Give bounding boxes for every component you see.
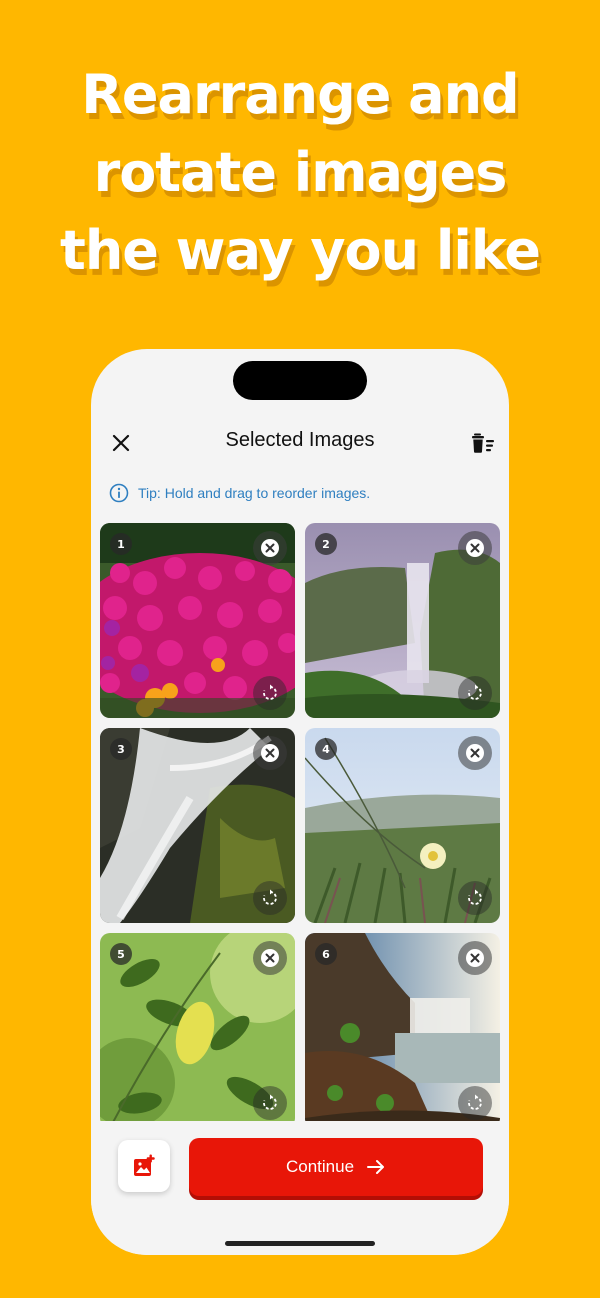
nav-bar: Selected Images: [91, 421, 509, 465]
tip-text: Tip: Hold and drag to reorder images.: [138, 485, 371, 501]
delete-all-button[interactable]: [469, 429, 497, 457]
image-order-badge: 5: [110, 943, 132, 965]
image-order-badge: 4: [315, 738, 337, 760]
remove-image-button[interactable]: [253, 531, 287, 565]
rotate-image-button[interactable]: [253, 881, 287, 915]
rotate-image-button[interactable]: [458, 1086, 492, 1120]
rotate-image-button[interactable]: [458, 881, 492, 915]
remove-image-button[interactable]: [253, 736, 287, 770]
rotate-icon: [263, 1094, 277, 1110]
image-grid: 1 2 3 4 5 6: [100, 523, 500, 1121]
remove-image-button[interactable]: [253, 941, 287, 975]
remove-image-button[interactable]: [458, 531, 492, 565]
close-button[interactable]: [107, 429, 135, 457]
rotate-image-button[interactable]: [253, 1086, 287, 1120]
image-order-badge: 6: [315, 943, 337, 965]
image-tile-4[interactable]: 4: [305, 728, 500, 923]
close-icon: [112, 434, 130, 452]
image-order-badge: 1: [110, 533, 132, 555]
rotate-icon: [263, 889, 277, 905]
remove-icon: [261, 539, 279, 557]
dynamic-island: [233, 361, 367, 400]
rotate-icon: [468, 1094, 482, 1110]
rotate-icon: [468, 889, 482, 905]
add-image-button[interactable]: [118, 1140, 170, 1192]
continue-button[interactable]: Continue: [189, 1138, 483, 1196]
image-order-badge: 3: [110, 738, 132, 760]
remove-icon: [261, 744, 279, 762]
rotate-image-button[interactable]: [458, 676, 492, 710]
arrow-right-icon: [366, 1157, 386, 1177]
remove-icon: [466, 949, 484, 967]
headline-line-3: the way you like: [60, 219, 541, 282]
headline-line-1: Rearrange and: [81, 63, 519, 126]
image-tile-2[interactable]: 2: [305, 523, 500, 718]
add-image-icon: [134, 1154, 155, 1176]
remove-image-button[interactable]: [458, 736, 492, 770]
remove-image-button[interactable]: [458, 941, 492, 975]
image-tile-1[interactable]: 1: [100, 523, 295, 718]
phone-screen: Selected Images Tip: Hold and drag to re…: [91, 349, 509, 1255]
reorder-tip: Tip: Hold and drag to reorder images.: [109, 482, 370, 504]
delete-all-icon: [472, 433, 494, 453]
rotate-image-button[interactable]: [253, 676, 287, 710]
info-icon: [109, 483, 129, 503]
home-indicator: [225, 1241, 375, 1246]
bottom-action-bar: Continue: [91, 1121, 509, 1255]
rotate-icon: [263, 684, 277, 700]
remove-icon: [466, 744, 484, 762]
image-tile-6[interactable]: 6: [305, 933, 500, 1121]
image-order-badge: 2: [315, 533, 337, 555]
promo-headline: Rearrange and rotate images the way you …: [0, 56, 600, 290]
continue-label: Continue: [285, 1157, 355, 1176]
page-title: Selected Images: [225, 429, 375, 451]
remove-icon: [466, 539, 484, 557]
image-tile-3[interactable]: 3: [100, 728, 295, 923]
remove-icon: [261, 949, 279, 967]
image-tile-5[interactable]: 5: [100, 933, 295, 1121]
headline-line-2: rotate images: [93, 141, 508, 204]
rotate-icon: [468, 684, 482, 700]
